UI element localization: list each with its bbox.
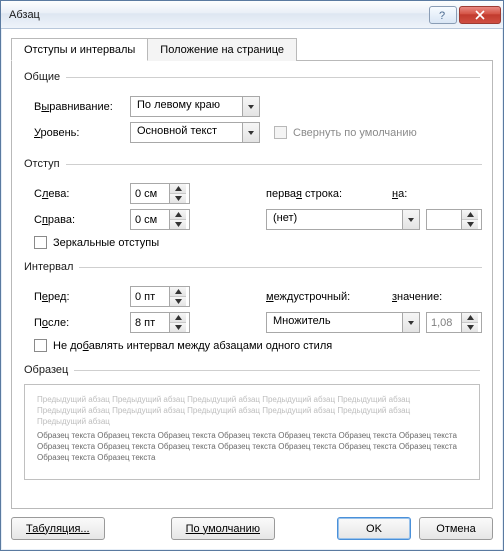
label-level: Уровень:: [34, 127, 124, 139]
spin-up[interactable]: [170, 287, 186, 297]
svg-text:?: ?: [439, 10, 445, 21]
spin-up[interactable]: [170, 184, 186, 194]
chevron-down-icon: [175, 325, 182, 330]
label-right: Справа:: [34, 214, 124, 226]
dropdown-button[interactable]: [242, 123, 259, 142]
cancel-button[interactable]: Отмена: [419, 517, 493, 540]
label-spacing-at: значение:: [392, 291, 462, 303]
dialog-client: Отступы и интервалы Положение на страниц…: [1, 29, 503, 550]
help-icon: ?: [437, 9, 449, 21]
chevron-down-icon: [175, 299, 182, 304]
spin-up[interactable]: [462, 210, 478, 220]
checkbox-box: [274, 126, 287, 139]
label-firstline: первая строка:: [266, 188, 386, 200]
label-left: Слева:: [34, 188, 124, 200]
level-combo[interactable]: Основной текст: [130, 122, 260, 143]
paragraph-dialog: Абзац ? Отступы и интервалы Положение на…: [0, 0, 504, 551]
spacing-at-input[interactable]: [427, 313, 461, 332]
chevron-up-icon: [467, 315, 474, 320]
firstline-combo[interactable]: (нет): [266, 209, 420, 230]
right-input[interactable]: [131, 210, 169, 229]
chevron-down-icon: [175, 196, 182, 201]
legend-sample: Образец: [24, 364, 74, 376]
chevron-down-icon: [247, 103, 255, 111]
spin-up[interactable]: [170, 313, 186, 323]
tab-position[interactable]: Положение на странице: [147, 38, 297, 61]
spin-up[interactable]: [170, 210, 186, 220]
left-input[interactable]: [131, 184, 169, 203]
spin-down[interactable]: [170, 194, 186, 203]
ok-button[interactable]: OK: [337, 517, 411, 540]
label-after: После:: [34, 317, 124, 329]
chevron-up-icon: [175, 289, 182, 294]
after-input[interactable]: [131, 313, 169, 332]
before-input[interactable]: [131, 287, 169, 306]
dropdown-button[interactable]: [242, 97, 259, 116]
group-indent: Отступ Слева: первая строка: на:: [24, 158, 482, 251]
dropdown-button[interactable]: [402, 313, 419, 332]
indent-by-input[interactable]: [427, 210, 461, 229]
chevron-up-icon: [175, 315, 182, 320]
tabpage-indents: Общие Выравнивание: По левому краю Урове…: [11, 61, 493, 509]
chevron-up-icon: [175, 186, 182, 191]
right-spinner[interactable]: [130, 209, 190, 230]
default-button[interactable]: По умолчанию: [171, 517, 275, 540]
tabs-button[interactable]: Табуляция...: [11, 517, 105, 540]
chevron-down-icon: [407, 319, 415, 327]
spin-up[interactable]: [462, 313, 478, 323]
collapse-checkbox: Свернуть по умолчанию: [274, 126, 417, 139]
dropdown-button[interactable]: [402, 210, 419, 229]
label-alignment: Выравнивание:: [34, 101, 124, 113]
button-row: Табуляция... По умолчанию OK Отмена: [11, 509, 493, 540]
group-sample: Образец Предыдущий абзац Предыдущий абза…: [24, 364, 480, 496]
checkbox-box: [34, 339, 47, 352]
preview-pane: Предыдущий абзац Предыдущий абзац Предыд…: [24, 384, 480, 480]
alignment-combo[interactable]: По левому краю: [130, 96, 260, 117]
chevron-down-icon: [407, 216, 415, 224]
window-title: Абзац: [9, 9, 427, 21]
legend-spacing: Интервал: [24, 261, 79, 273]
group-general: Общие Выравнивание: По левому краю Урове…: [24, 71, 480, 148]
tab-indents[interactable]: Отступы и интервалы: [11, 38, 148, 61]
tabstrip: Отступы и интервалы Положение на страниц…: [11, 37, 493, 61]
spacing-at-spinner[interactable]: [426, 312, 482, 333]
titlebar: Абзац ?: [1, 1, 503, 29]
chevron-down-icon: [175, 222, 182, 227]
spin-down[interactable]: [462, 220, 478, 229]
chevron-down-icon: [467, 325, 474, 330]
spin-down[interactable]: [170, 297, 186, 306]
chevron-up-icon: [467, 212, 474, 217]
legend-indent: Отступ: [24, 158, 66, 170]
chevron-down-icon: [247, 129, 255, 137]
mirror-checkbox[interactable]: Зеркальные отступы: [34, 236, 482, 249]
help-button[interactable]: ?: [429, 6, 457, 24]
label-linespacing: междустрочный:: [266, 291, 386, 303]
label-before: Перед:: [34, 291, 124, 303]
spin-down[interactable]: [170, 323, 186, 332]
group-spacing: Интервал Перед: междустрочный: значение:: [24, 261, 482, 354]
chevron-up-icon: [175, 212, 182, 217]
nosame-checkbox[interactable]: Не добавлять интервал между абзацами одн…: [34, 339, 482, 352]
left-spinner[interactable]: [130, 183, 190, 204]
chevron-down-icon: [467, 222, 474, 227]
before-spinner[interactable]: [130, 286, 190, 307]
label-indent-by: на:: [392, 188, 462, 200]
spin-down[interactable]: [170, 220, 186, 229]
linespacing-combo[interactable]: Множитель: [266, 312, 420, 333]
spin-down[interactable]: [462, 323, 478, 332]
checkbox-box: [34, 236, 47, 249]
close-button[interactable]: [459, 6, 501, 24]
legend-general: Общие: [24, 71, 66, 83]
nosame-label: Не добавлять интервал между абзацами одн…: [53, 340, 332, 352]
indent-by-spinner[interactable]: [426, 209, 482, 230]
close-icon: [474, 9, 486, 21]
after-spinner[interactable]: [130, 312, 190, 333]
